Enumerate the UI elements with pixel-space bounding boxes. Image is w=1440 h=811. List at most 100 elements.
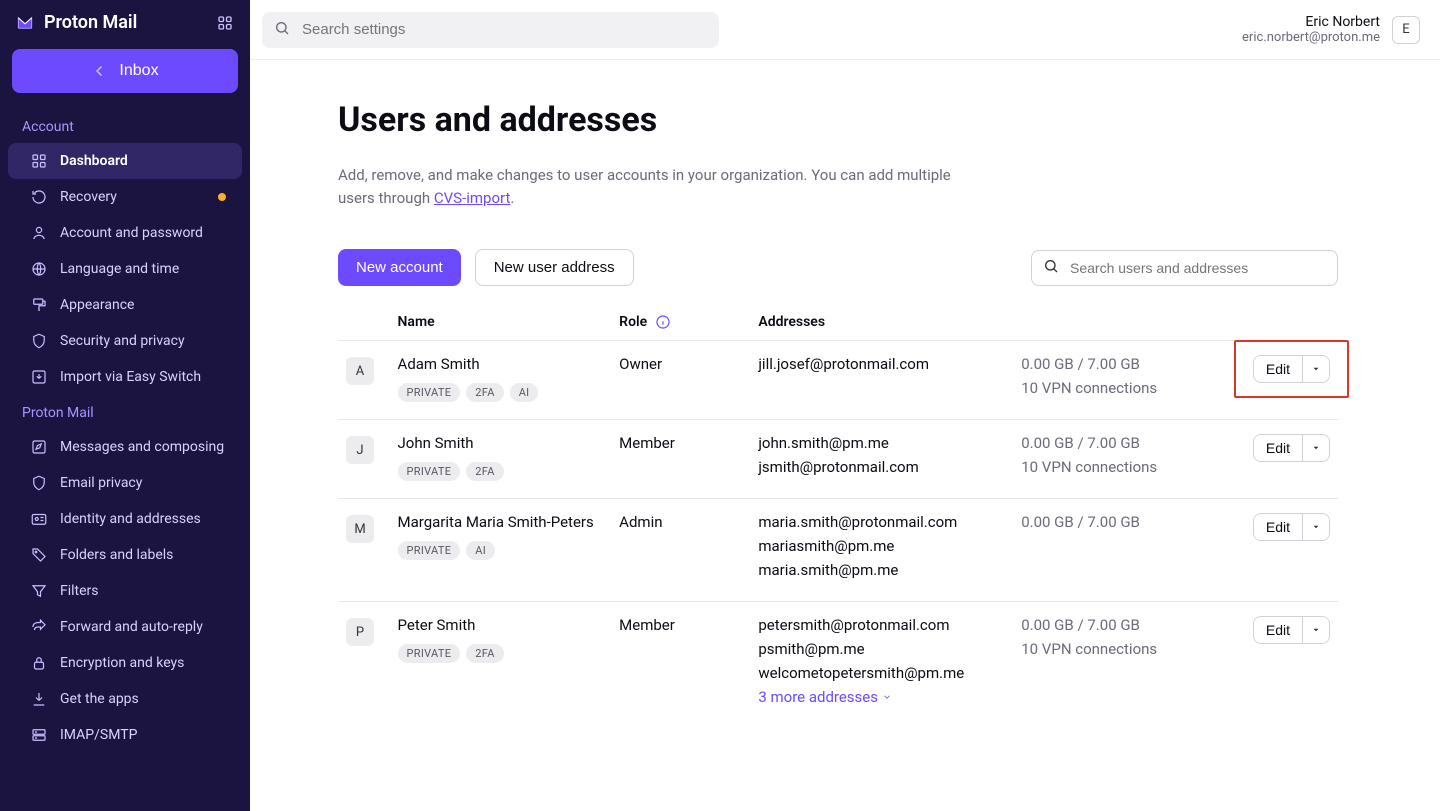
- storage-cell: 0.00 GB / 7.00 GB: [1021, 434, 1227, 452]
- role-cell: Member: [611, 602, 750, 723]
- funnel-icon: [30, 582, 48, 600]
- page-title: Users and addresses: [338, 100, 1338, 140]
- table-row: J John SmithPRIVATE2FA Member john.smith…: [338, 420, 1338, 499]
- edit-split-button[interactable]: Edit: [1253, 616, 1330, 644]
- edit-split-button[interactable]: Edit: [1253, 434, 1330, 462]
- edit-button[interactable]: Edit: [1254, 617, 1302, 643]
- paint-icon: [30, 296, 48, 314]
- badge: PRIVATE: [398, 383, 461, 402]
- user-name-cell: Adam Smith: [398, 355, 604, 373]
- col-addresses: Addresses: [750, 304, 1013, 341]
- sidebar-item-appearance[interactable]: Appearance: [8, 287, 242, 323]
- sidebar-item-encryption-and-keys[interactable]: Encryption and keys: [8, 645, 242, 681]
- user-name-cell: Peter Smith: [398, 616, 604, 634]
- notification-dot-icon: [218, 193, 226, 201]
- section-account: Account: [0, 109, 250, 143]
- sidebar-item-import-via-easy-switch[interactable]: Import via Easy Switch: [8, 359, 242, 395]
- settings-search-input[interactable]: [262, 12, 719, 48]
- grid-icon: [30, 152, 48, 170]
- user-name-cell: Margarita Maria Smith-Peters: [398, 513, 604, 531]
- user-name-cell: John Smith: [398, 434, 604, 452]
- edit-dropdown-button[interactable]: [1302, 514, 1329, 540]
- new-account-button[interactable]: New account: [338, 249, 461, 286]
- edit-button[interactable]: Edit: [1254, 356, 1302, 382]
- badge: 2FA: [466, 462, 503, 481]
- sidebar-item-recovery[interactable]: Recovery: [8, 179, 242, 215]
- proton-logo-icon: [16, 14, 34, 32]
- sidebar-item-label: Identity and addresses: [60, 511, 201, 527]
- address: welcometopetersmith@pm.me: [758, 664, 1005, 682]
- vpn-cell: 10 VPN connections: [1021, 458, 1227, 476]
- page-description: Add, remove, and make changes to user ac…: [338, 164, 978, 209]
- edit-button[interactable]: Edit: [1254, 514, 1302, 540]
- sidebar-item-get-the-apps[interactable]: Get the apps: [8, 681, 242, 717]
- table-row: M Margarita Maria Smith-PetersPRIVATEAI …: [338, 499, 1338, 602]
- sidebar-item-forward-and-auto-reply[interactable]: Forward and auto-reply: [8, 609, 242, 645]
- chevron-down-icon: [882, 688, 892, 706]
- sidebar-item-imap-smtp[interactable]: IMAP/SMTP: [8, 717, 242, 753]
- user-name: Eric Norbert: [1242, 14, 1380, 30]
- sidebar-item-label: Recovery: [60, 189, 117, 205]
- edit-split-button[interactable]: Edit: [1253, 355, 1330, 383]
- download-icon: [30, 690, 48, 708]
- brand-logo[interactable]: Proton Mail: [16, 12, 216, 33]
- sidebar-item-label: Forward and auto-reply: [60, 619, 203, 635]
- sidebar-item-account-and-password[interactable]: Account and password: [8, 215, 242, 251]
- sidebar-item-label: Folders and labels: [60, 547, 173, 563]
- table-row: P Peter SmithPRIVATE2FA Member petersmit…: [338, 602, 1338, 723]
- inbox-button[interactable]: Inbox: [12, 49, 238, 93]
- badge: PRIVATE: [398, 541, 461, 560]
- address: psmith@pm.me: [758, 640, 1005, 658]
- user-email: eric.norbert@proton.me: [1242, 30, 1380, 45]
- addresses-cell: maria.smith@protonmail.commariasmith@pm.…: [758, 513, 1005, 579]
- role-cell: Admin: [611, 499, 750, 602]
- app-switcher-icon[interactable]: [216, 14, 234, 32]
- brand-name: Proton Mail: [44, 12, 137, 33]
- vpn-cell: 10 VPN connections: [1021, 640, 1227, 658]
- storage-cell: 0.00 GB / 7.00 GB: [1021, 616, 1227, 634]
- col-name: Name: [390, 304, 612, 341]
- sidebar-item-security-and-privacy[interactable]: Security and privacy: [8, 323, 242, 359]
- row-avatar: P: [346, 618, 374, 646]
- edit-dropdown-button[interactable]: [1302, 356, 1329, 382]
- row-avatar: A: [346, 357, 374, 385]
- address: mariasmith@pm.me: [758, 537, 1005, 555]
- search-icon: [274, 20, 290, 40]
- new-user-address-button[interactable]: New user address: [475, 249, 634, 286]
- badge: AI: [466, 541, 495, 560]
- row-avatar: M: [346, 515, 374, 543]
- edit-split-button[interactable]: Edit: [1253, 513, 1330, 541]
- idcard-icon: [30, 510, 48, 528]
- section-protonmail: Proton Mail: [0, 395, 250, 429]
- shield2-icon: [30, 474, 48, 492]
- vpn-cell: 10 VPN connections: [1021, 379, 1227, 397]
- col-role: Role: [611, 304, 750, 341]
- addresses-cell: petersmith@protonmail.com psmith@pm.me wel…: [758, 616, 1005, 706]
- badge: PRIVATE: [398, 462, 461, 481]
- sidebar-item-language-and-time[interactable]: Language and time: [8, 251, 242, 287]
- role-cell: Owner: [611, 341, 750, 420]
- info-icon[interactable]: [655, 314, 671, 330]
- sidebar-item-label: Appearance: [60, 297, 134, 313]
- addresses-cell: jill.josef@protonmail.com: [758, 355, 1005, 373]
- more-addresses-link[interactable]: 3 more addresses: [758, 688, 892, 706]
- user-avatar[interactable]: E: [1392, 16, 1420, 44]
- edit-dropdown-button[interactable]: [1302, 435, 1329, 461]
- address: maria.smith@pm.me: [758, 561, 1005, 579]
- sidebar-item-folders-and-labels[interactable]: Folders and labels: [8, 537, 242, 573]
- sidebar-item-email-privacy[interactable]: Email privacy: [8, 465, 242, 501]
- cvs-import-link[interactable]: CVS-import: [434, 189, 511, 207]
- edit-dropdown-button[interactable]: [1302, 617, 1329, 643]
- row-avatar: J: [346, 436, 374, 464]
- sidebar-item-label: IMAP/SMTP: [60, 727, 137, 743]
- address: jsmith@protonmail.com: [758, 458, 1005, 476]
- badge: PRIVATE: [398, 644, 461, 663]
- edit-button[interactable]: Edit: [1254, 435, 1302, 461]
- sidebar-item-dashboard[interactable]: Dashboard: [8, 143, 242, 179]
- sidebar-item-filters[interactable]: Filters: [8, 573, 242, 609]
- address: petersmith@protonmail.com: [758, 616, 1005, 634]
- sidebar-item-label: Security and privacy: [60, 333, 185, 349]
- users-search-input[interactable]: [1031, 250, 1338, 286]
- sidebar-item-messages-and-composing[interactable]: Messages and composing: [8, 429, 242, 465]
- sidebar-item-identity-and-addresses[interactable]: Identity and addresses: [8, 501, 242, 537]
